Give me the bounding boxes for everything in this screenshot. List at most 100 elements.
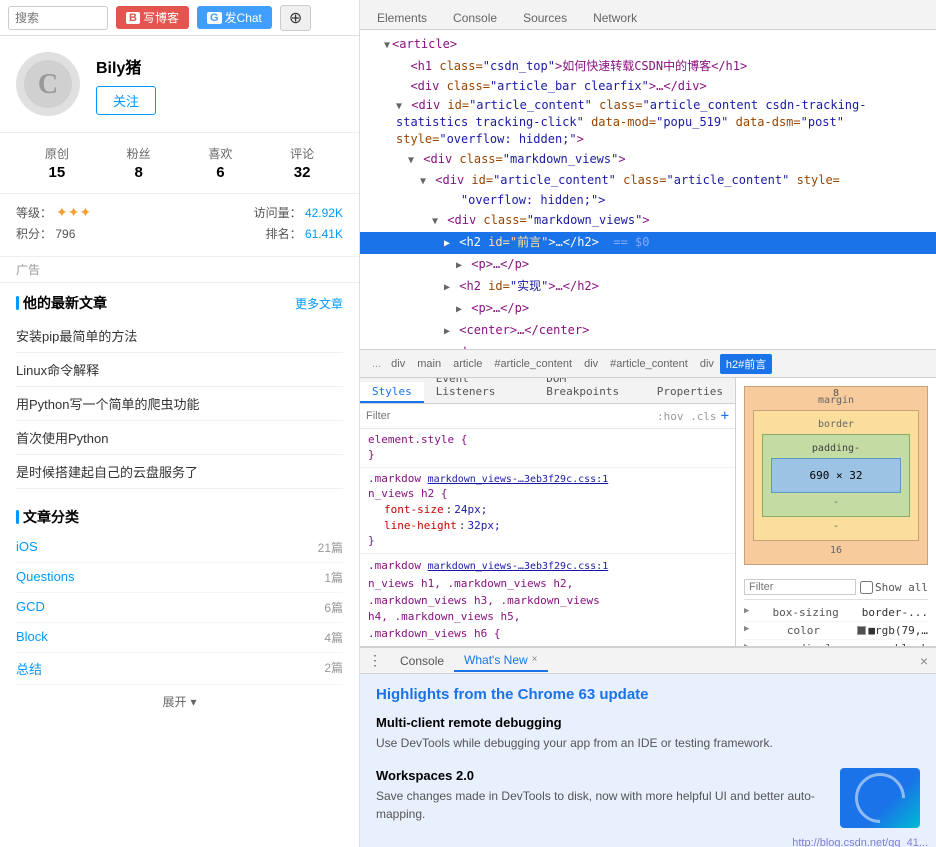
categories-title: 文章分类 xyxy=(16,507,79,527)
breadcrumb-item[interactable]: article xyxy=(447,356,488,372)
latest-articles-title: 他的最新文章 xyxy=(16,293,107,313)
dom-tree: ▼<article> <h1 class="csdn_top">如何快速转载CS… xyxy=(360,30,936,350)
list-item[interactable]: iOS 21篇 xyxy=(16,533,343,563)
dom-line[interactable]: ▶ <p>…</p> xyxy=(360,298,936,320)
list-item[interactable]: 总结 2篇 xyxy=(16,653,343,685)
css-source-link[interactable]: markdown_views-…3eb3f29c.css:1 xyxy=(428,561,609,572)
tab-event-listeners[interactable]: Event Listeners xyxy=(424,378,535,403)
border-bottom: - xyxy=(762,521,910,532)
breadcrumb-item[interactable]: #article_content xyxy=(604,356,694,372)
send-chat-label: 发Chat xyxy=(225,9,262,26)
follow-button[interactable]: 关注 xyxy=(96,86,156,115)
expand-icon[interactable]: ▼ xyxy=(408,155,414,166)
search-input[interactable] xyxy=(8,6,108,30)
whats-new-item: Multi-client remote debugging Use DevToo… xyxy=(376,715,920,752)
computed-property[interactable]: ▶ box-sizing border-... xyxy=(744,604,928,622)
top-bar: B 写博客 G 发Chat ⊕ xyxy=(0,0,359,36)
svg-text:C: C xyxy=(38,69,58,100)
profile-info: Bily猪 关注 xyxy=(96,54,343,115)
css-rule: .markdow markdown_views-…3eb3f29c.css:1 … xyxy=(360,468,735,554)
css-selector-cont: n_views h2 { xyxy=(368,487,727,500)
chevron-down-icon: ▾ xyxy=(190,695,196,709)
tab-console[interactable]: Console xyxy=(390,651,454,671)
send-chat-button[interactable]: G 发Chat xyxy=(197,6,272,29)
tab-console[interactable]: Console xyxy=(440,6,510,29)
dom-line[interactable]: <h1 class="csdn_top">如何快速转载CSDN中的博客</h1> xyxy=(360,56,936,76)
write-blog-button[interactable]: B 写博客 xyxy=(116,6,189,29)
breadcrumb-item-active[interactable]: h2#前言 xyxy=(720,354,772,374)
breadcrumb-item[interactable]: div xyxy=(578,356,604,372)
computed-filter-input[interactable] xyxy=(744,579,856,595)
breadcrumb-item[interactable]: div xyxy=(385,356,411,372)
dom-line[interactable]: ▼ <div id="article_content" class="artic… xyxy=(360,171,936,190)
expand-icon[interactable]: ▼ xyxy=(396,101,402,112)
list-item[interactable]: 用Python写一个简单的爬虫功能 xyxy=(16,387,343,421)
dom-line[interactable]: <div class="article_bar clearfix">…</div… xyxy=(360,76,936,96)
breadcrumb-item[interactable]: main xyxy=(411,356,447,372)
dom-line[interactable]: ▶ <h2 id="实现">…</h2> xyxy=(360,276,936,298)
level-row-1: 等级： ✦✦✦ 访问量： 42.92K xyxy=(16,204,343,221)
stat-likes-value: 6 xyxy=(208,164,232,181)
expand-button[interactable]: 展开 ▾ xyxy=(0,685,359,718)
dom-line[interactable]: ▶ <p>…</p> xyxy=(360,254,936,276)
score-value: 796 xyxy=(55,227,75,241)
list-item[interactable]: 是时候搭建起自己的云盘服务了 xyxy=(16,455,343,489)
extra-button[interactable]: ⊕ xyxy=(280,5,311,31)
tab-sources[interactable]: Sources xyxy=(510,6,580,29)
menu-icon[interactable]: ⋮ xyxy=(368,652,382,669)
close-tab-icon[interactable]: × xyxy=(532,654,538,665)
dom-line[interactable]: ▼ <div id="article_content" class="artic… xyxy=(360,96,936,149)
list-item[interactable]: Block 4篇 xyxy=(16,623,343,653)
tab-styles[interactable]: Styles xyxy=(360,382,424,403)
tab-elements[interactable]: Elements xyxy=(364,6,440,29)
tab-network[interactable]: Network xyxy=(580,6,650,29)
breadcrumb-item[interactable]: #article_content xyxy=(488,356,578,372)
filter-input[interactable] xyxy=(366,406,653,426)
left-panel: B 写博客 G 发Chat ⊕ C Bily猪 关注 原创 15 粉丝 8 xyxy=(0,0,360,847)
expand-icon[interactable]: ▼ xyxy=(384,40,390,51)
show-all-check[interactable] xyxy=(860,581,873,594)
list-item[interactable]: 安装pip最简单的方法 xyxy=(16,319,343,353)
categories-section: 文章分类 iOS 21篇 Questions 1篇 GCD 6篇 Block 4… xyxy=(0,497,359,718)
list-item[interactable]: Questions 1篇 xyxy=(16,563,343,593)
styles-panel: Styles Event Listeners DOM Breakpoints P… xyxy=(360,378,936,647)
expand-icon[interactable]: ▶ xyxy=(456,260,462,271)
expand-icon[interactable]: ▶ xyxy=(444,238,450,249)
dom-line[interactable]: ▶ <center>…</center> xyxy=(360,320,936,342)
stat-original-value: 15 xyxy=(45,164,69,181)
close-bottom-panel-icon[interactable]: × xyxy=(920,653,928,669)
dom-line[interactable]: ▼ <div class="markdown_views"> xyxy=(360,149,936,171)
list-item[interactable]: Linux命令解释 xyxy=(16,353,343,387)
stat-fans: 粉丝 8 xyxy=(127,145,151,181)
dom-line[interactable]: ▼ <div class="markdown_views"> xyxy=(360,210,936,232)
tab-whats-new[interactable]: What's New × xyxy=(454,650,547,672)
list-item[interactable]: 首次使用Python xyxy=(16,421,343,455)
dom-line[interactable]: "overflow: hidden;"> xyxy=(360,190,936,210)
expand-icon[interactable]: ▶ xyxy=(456,304,462,315)
css-source-link[interactable]: markdown_views-…3eb3f29c.css:1 xyxy=(428,474,609,485)
add-style-icon[interactable]: + xyxy=(721,408,729,424)
tab-properties[interactable]: Properties xyxy=(645,382,735,403)
css-property: font-size:24px; xyxy=(368,502,727,518)
visit-label: 访问量： 42.92K xyxy=(254,204,343,221)
watermark: http://blog.csdn.net/qq_41... xyxy=(792,837,928,847)
expand-icon[interactable]: ▶ xyxy=(444,326,450,337)
show-all-label: Show all xyxy=(875,581,928,594)
computed-property[interactable]: ▶ display block xyxy=(744,640,928,646)
list-item[interactable]: GCD 6篇 xyxy=(16,593,343,623)
expand-icon[interactable]: ▼ xyxy=(432,216,438,227)
breadcrumb-item[interactable]: div xyxy=(694,356,720,372)
tab-dom-breakpoints[interactable]: DOM Breakpoints xyxy=(534,378,645,403)
whats-new-content: Highlights from the Chrome 63 update Mul… xyxy=(360,674,936,847)
expand-icon[interactable]: ▼ xyxy=(420,176,426,187)
devtools-panel: Elements Console Sources Network ▼<artic… xyxy=(360,0,936,847)
stat-fans-value: 8 xyxy=(127,164,151,181)
expand-icon[interactable]: ▶ xyxy=(444,282,450,293)
dom-line-selected[interactable]: ▶ <h2 id="前言">…</h2> == $0 xyxy=(360,232,936,254)
show-all-checkbox[interactable]: Show all xyxy=(860,581,928,594)
css-property: line-height:32px; xyxy=(368,518,727,534)
dom-line[interactable]: ▼<article> xyxy=(360,34,936,56)
more-articles-link[interactable]: 更多文章 xyxy=(295,295,343,312)
computed-property[interactable]: ▶ color ■rgb(79,… xyxy=(744,622,928,640)
dom-line[interactable]: <br> xyxy=(360,342,936,350)
